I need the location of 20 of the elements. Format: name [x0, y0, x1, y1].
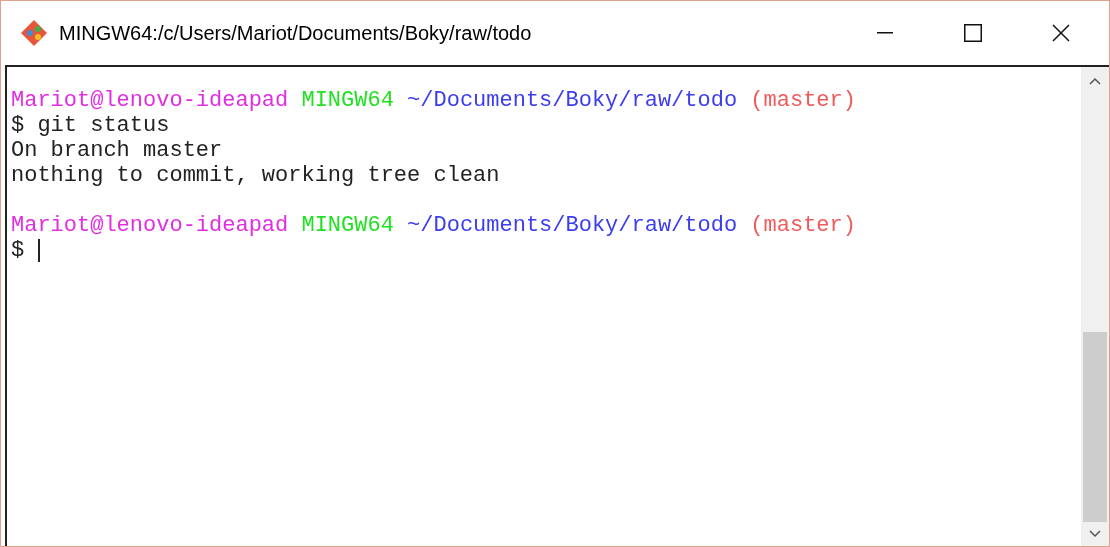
output-text: nothing to commit, working tree clean	[11, 163, 500, 188]
prompt-path: ~/Documents/Boky/raw/todo	[407, 213, 738, 238]
scrollbar-thumb[interactable]	[1083, 332, 1107, 522]
window-title: MINGW64:/c/Users/Mariot/Documents/Boky/raw/todo	[59, 21, 532, 46]
prompt-branch: (master)	[750, 213, 856, 238]
prompt-host: MINGW64	[301, 213, 394, 238]
command-text: $ git status	[11, 113, 170, 138]
close-icon	[1052, 24, 1070, 42]
prompt-symbol: $	[11, 238, 25, 263]
maximize-icon	[964, 24, 982, 42]
prompt-branch: (master)	[750, 88, 856, 113]
prompt-path: ~/Documents/Boky/raw/todo	[407, 88, 738, 113]
terminal-area[interactable]: Mariot@lenovo-ideapad MINGW64 ~/Documents/Boky/raw/todo (master) $ git status On branch master nothing to commit, working tree clean Mariot@lenovo-ideapad MINGW64 ~/Documents/Boky/raw/todo (master) $	[7, 67, 1081, 546]
prompt-user: Mariot@lenovo-ideapad	[11, 213, 289, 238]
prompt-user: Mariot@lenovo-ideapad	[11, 88, 289, 113]
output-text: On branch master	[11, 138, 223, 163]
minimize-icon	[877, 32, 893, 34]
git-logo-icon	[19, 18, 49, 48]
prompt-host: MINGW64	[301, 88, 394, 113]
scrollbar[interactable]	[1081, 67, 1109, 546]
